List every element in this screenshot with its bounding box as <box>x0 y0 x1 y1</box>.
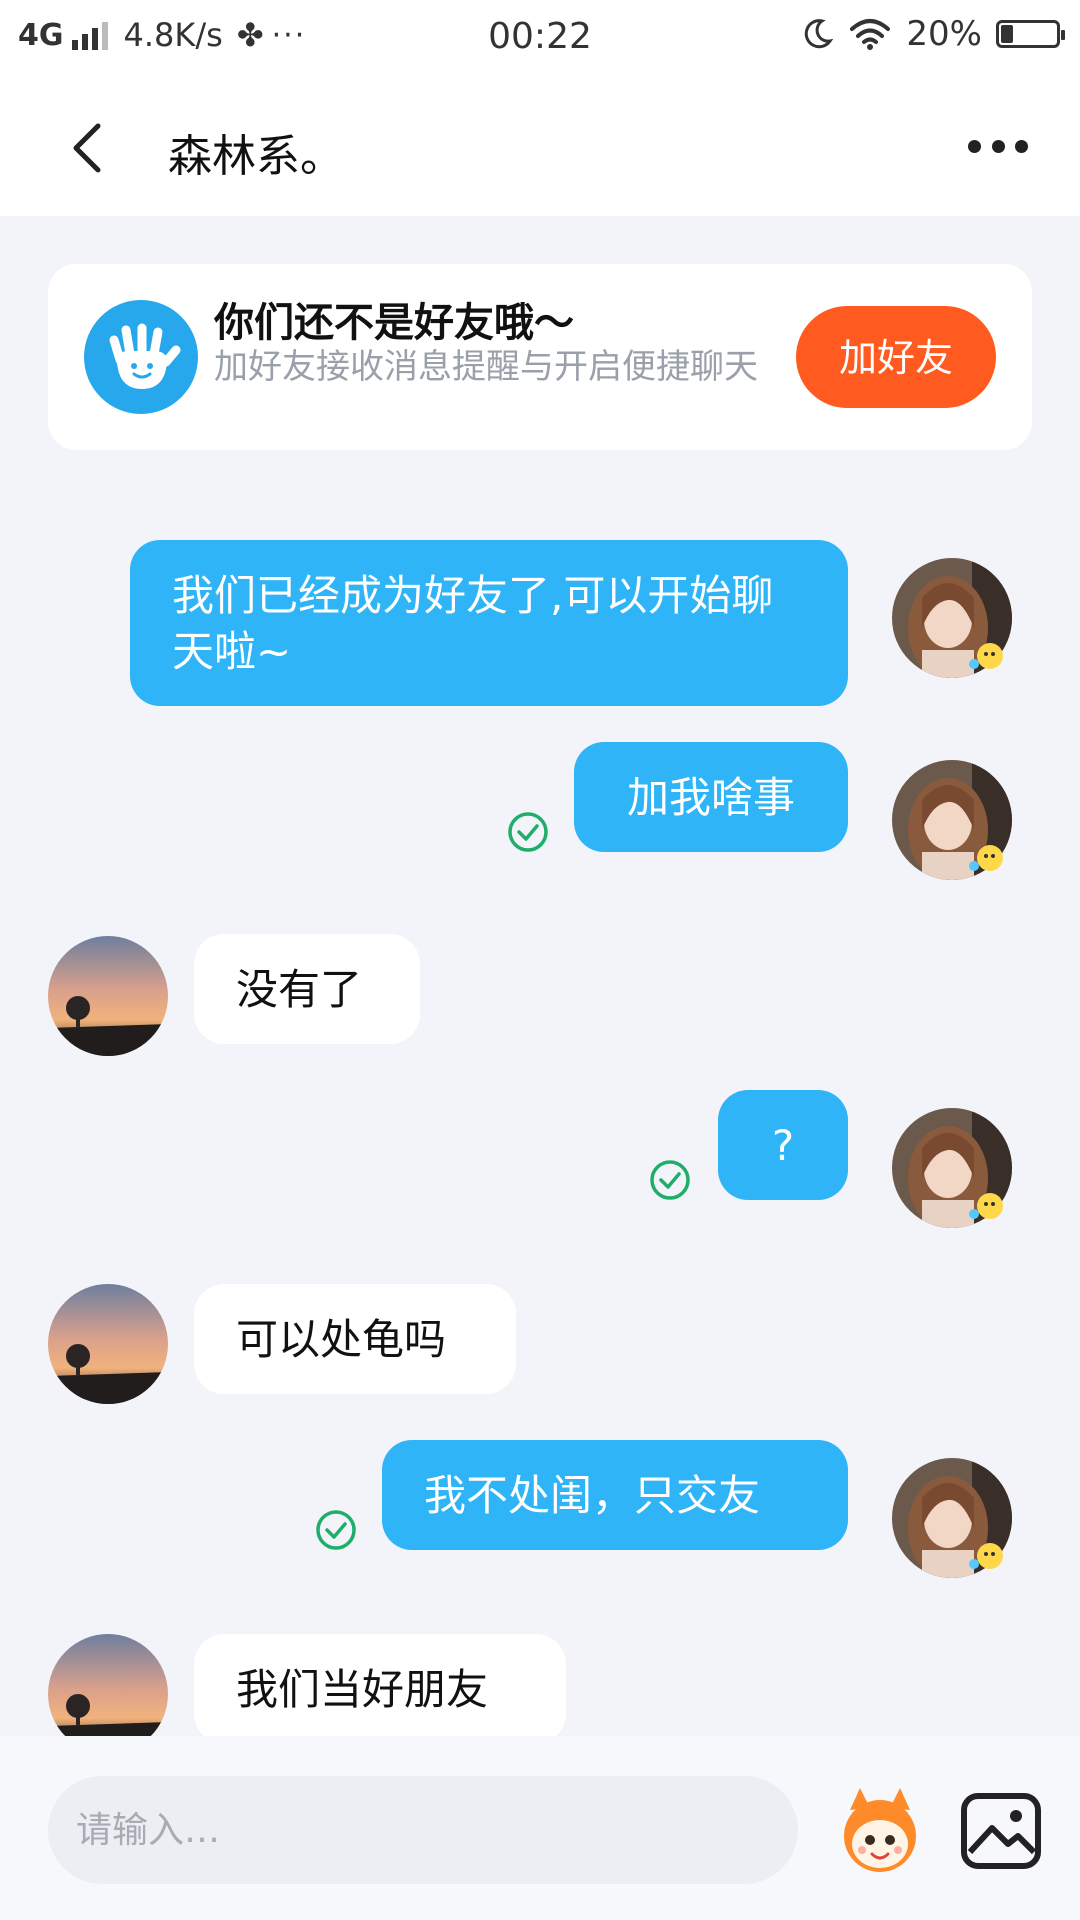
status-bar: 4G 4.8K/s ✤ ··· 00:22 20% <box>0 0 1080 78</box>
read-check-icon <box>650 1160 690 1200</box>
message-bubble-incoming[interactable]: 我们当好朋友 <box>194 1634 566 1744</box>
input-bar <box>0 1736 1080 1920</box>
waving-hand-icon <box>84 300 198 414</box>
message-bubble-outgoing[interactable]: 我不处闺，只交友 <box>382 1440 848 1550</box>
my-avatar[interactable] <box>892 760 1012 880</box>
card-subtitle: 加好友接收消息提醒与开启便捷聊天 <box>214 347 758 387</box>
back-arrow-icon[interactable] <box>60 118 120 178</box>
wifi-icon <box>850 19 891 50</box>
chat-title: 森林系。 <box>168 131 344 182</box>
message-bubble-outgoing[interactable]: 我们已经成为好友了,可以开始聊天啦~ <box>130 540 848 706</box>
battery-icon <box>996 20 1065 48</box>
card-title: 你们还不是好友哦～ <box>214 300 574 346</box>
contact-avatar[interactable] <box>48 1284 168 1404</box>
emoji-mascot-icon[interactable] <box>830 1780 930 1880</box>
contact-avatar[interactable] <box>48 936 168 1056</box>
my-avatar[interactable] <box>892 1108 1012 1228</box>
image-picker-icon[interactable] <box>956 1786 1046 1876</box>
read-check-icon <box>508 812 548 852</box>
battery-percent: 20% <box>906 14 982 54</box>
moon-icon <box>805 19 834 49</box>
message-bubble-incoming[interactable]: 可以处龟吗 <box>194 1284 516 1394</box>
message-bubble-outgoing[interactable]: 加我啥事 <box>574 742 848 852</box>
message-bubble-outgoing[interactable]: ? <box>718 1090 848 1200</box>
more-options-icon[interactable] <box>968 140 1028 154</box>
add-friend-button[interactable]: 加好友 <box>796 306 996 408</box>
status-right: 20% <box>800 14 1065 54</box>
read-check-icon <box>316 1510 356 1550</box>
add-friend-card: 你们还不是好友哦～ 加好友接收消息提醒与开启便捷聊天 加好友 <box>48 264 1032 450</box>
battery-fill <box>1001 25 1013 43</box>
chat-header: 森林系。 <box>0 78 1080 216</box>
my-avatar[interactable] <box>892 558 1012 678</box>
message-input[interactable] <box>48 1776 798 1884</box>
message-bubble-incoming[interactable]: 没有了 <box>194 934 420 1044</box>
my-avatar[interactable] <box>892 1458 1012 1578</box>
